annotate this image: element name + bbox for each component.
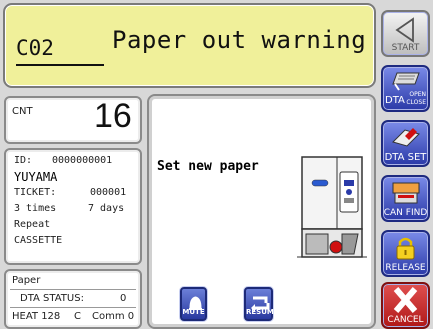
dta-status-label: DTA STATUS: [20, 293, 84, 304]
ticket-value: 000001 [90, 187, 127, 198]
mute-button[interactable]: MUTE [180, 287, 207, 321]
instruction-message: Set new paper [157, 159, 259, 174]
resume-button[interactable]: RESUME [244, 287, 279, 321]
ticket-label: TICKET: [14, 187, 57, 198]
dta-set-button[interactable]: DTA SET [381, 120, 430, 167]
error-code: C02 [16, 36, 54, 60]
id-value: 0000000001 [52, 155, 113, 166]
cassette-label: CASSETTE [14, 235, 63, 246]
back-triangle-icon [395, 17, 414, 43]
dta-status-value: 0 [120, 293, 127, 304]
release-button[interactable]: RELEASE [381, 230, 430, 277]
dta-open-close-button[interactable]: DTA OPEN CLOSE [381, 65, 430, 112]
close-icon [393, 287, 418, 313]
dta-label: DTA [385, 95, 405, 106]
start-label: START [391, 43, 420, 53]
can-find-button[interactable]: CAN FIND [381, 175, 430, 222]
dta-set-label: DTA SET [384, 152, 427, 163]
cancel-button[interactable]: CANCEL [381, 282, 430, 329]
heat-value: HEAT 128 [12, 311, 61, 322]
days-value: 7 days [88, 203, 125, 214]
lock-icon [396, 237, 415, 260]
status-divider [10, 307, 136, 308]
dta-set-icon [392, 128, 420, 147]
start-button[interactable]: START [381, 10, 430, 57]
resume-label: RESUME [246, 308, 279, 316]
warning-title: Paper out warning [112, 26, 367, 54]
repeat-label: Repeat [14, 219, 51, 230]
cancel-label: CANCEL [387, 315, 424, 325]
times-value: 3 times [14, 203, 57, 214]
mute-label: MUTE [182, 308, 205, 316]
release-label: RELEASE [385, 263, 426, 273]
comm-status: Comm 0 [92, 311, 135, 322]
counter-value: 16 [94, 97, 132, 135]
patient-info-panel: ID: 0000000001 YUYAMA TICKET: 000001 3 t… [4, 148, 142, 265]
canister-icon [392, 182, 420, 204]
patient-name: YUYAMA [14, 170, 58, 184]
id-label: ID: [14, 155, 33, 166]
can-find-label: CAN FIND [383, 208, 428, 218]
close-label: CLOSE [406, 99, 426, 106]
heat-unit: C [74, 311, 81, 322]
status-divider [10, 289, 136, 290]
paper-status: Paper [12, 275, 41, 286]
printer-machine-icon [297, 156, 367, 258]
open-label: OPEN [409, 91, 426, 98]
counter-label: CNT [12, 106, 33, 117]
error-code-underline [16, 64, 104, 66]
status-panel: Paper DTA STATUS: 0 HEAT 128 C Comm 0 [4, 269, 142, 329]
